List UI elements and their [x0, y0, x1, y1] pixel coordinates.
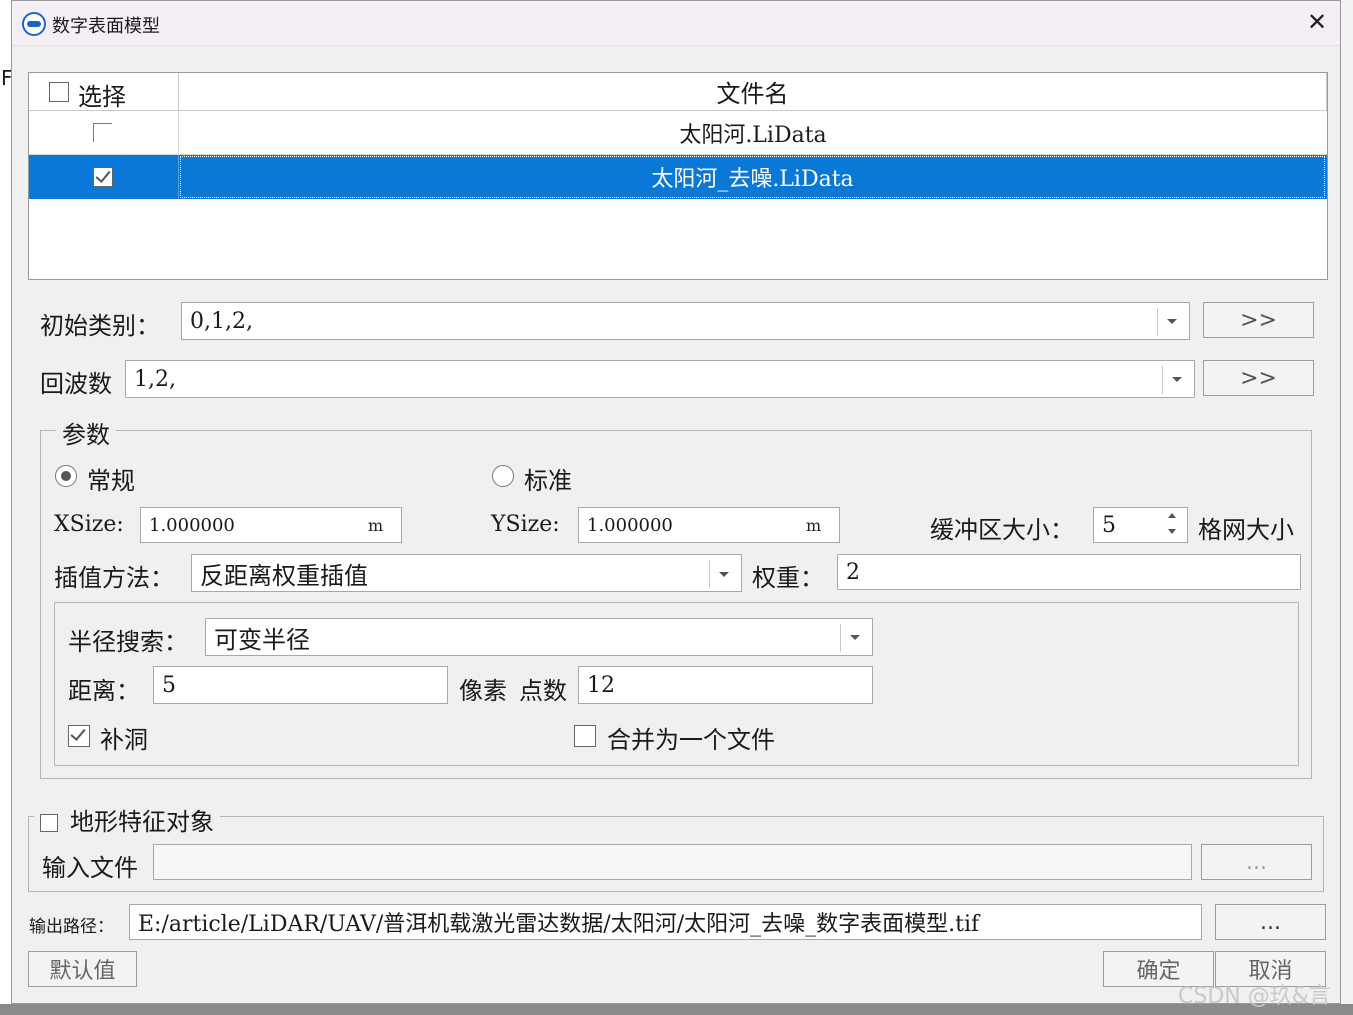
- returns-more-button[interactable]: >>: [1203, 360, 1314, 396]
- weight-input[interactable]: 2: [837, 554, 1301, 590]
- chevron-down-icon[interactable]: [1167, 319, 1177, 324]
- row-filename: 太阳河.LiData: [679, 122, 827, 148]
- combo-separator: [840, 624, 841, 652]
- weight-label: 权重：: [752, 564, 824, 592]
- returns-value: 1,2,: [134, 366, 176, 392]
- radius-search-label: 半径搜索：: [68, 628, 188, 656]
- buffer-size-label: 缓冲区大小：: [930, 516, 1074, 544]
- background-taskbar-strip: [0, 1004, 1353, 1015]
- table-header-select[interactable]: 选择: [29, 73, 179, 111]
- interp-method-value: 反距离权重插值: [200, 561, 368, 590]
- grid-size-label: 格网大小: [1198, 516, 1294, 544]
- radius-search-combo[interactable]: 可变半径: [205, 618, 873, 656]
- dsm-dialog: 数字表面模型 ✕ 选择 文件名 太阳河.LiData 太阳河_去噪.LiData…: [11, 0, 1341, 1004]
- lidar-logo-icon: [22, 12, 46, 36]
- xsize-unit: m: [368, 516, 384, 535]
- terrain-group-header: 地形特征对象: [34, 802, 220, 837]
- distance-label: 距离：: [68, 677, 140, 705]
- merge-files-label: 合并为一个文件: [607, 726, 775, 754]
- xsize-input[interactable]: 1.000000: [140, 507, 402, 543]
- header-filename-label: 文件名: [716, 80, 789, 108]
- ysize-unit: m: [806, 516, 822, 535]
- title-bar: 数字表面模型 ✕: [12, 1, 1340, 46]
- buffer-size-value: 5: [1102, 512, 1116, 538]
- mode-standard-label: 标准: [524, 467, 572, 495]
- combo-separator: [1157, 308, 1158, 336]
- points-value: 12: [587, 672, 615, 698]
- spin-up-icon[interactable]: [1168, 513, 1176, 518]
- weight-value: 2: [846, 559, 860, 585]
- pixel-unit-label: 像素: [459, 677, 507, 705]
- file-table: 选择 文件名 太阳河.LiData 太阳河_去噪.LiData: [28, 72, 1328, 280]
- xsize-value: 1.000000: [149, 514, 235, 536]
- xsize-label: XSize:: [54, 512, 124, 537]
- output-path-browse-button[interactable]: ...: [1215, 904, 1326, 940]
- merge-files-checkbox[interactable]: [574, 725, 596, 747]
- initial-class-label: 初始类别：: [40, 312, 160, 340]
- interp-method-label: 插值方法：: [54, 564, 174, 592]
- output-path-label: 输出路径：: [29, 917, 114, 937]
- points-input[interactable]: 12: [578, 666, 873, 704]
- ysize-value: 1.000000: [587, 514, 673, 536]
- default-values-button[interactable]: 默认值: [28, 951, 137, 987]
- params-group-title: 参数: [56, 415, 116, 450]
- initial-class-value: 0,1,2,: [190, 308, 253, 334]
- output-path-value: E:/article/LiDAR/UAV/普洱机载激光雷达数据/太阳河/太阳河_…: [138, 912, 980, 937]
- distance-value: 5: [162, 672, 176, 698]
- chevron-down-icon[interactable]: [1172, 377, 1182, 382]
- interp-method-combo[interactable]: 反距离权重插值: [191, 554, 742, 592]
- terrain-group-title: 地形特征对象: [70, 808, 214, 836]
- initial-class-combo[interactable]: 0,1,2,: [181, 302, 1190, 340]
- combo-separator: [1162, 366, 1163, 394]
- close-button[interactable]: ✕: [1302, 7, 1332, 37]
- table-row-selected[interactable]: 太阳河_去噪.LiData: [29, 155, 1327, 199]
- combo-separator: [709, 560, 710, 588]
- row-check-cell[interactable]: [29, 111, 179, 154]
- returns-label: 回波数: [40, 370, 112, 398]
- row-checkbox[interactable]: [93, 167, 113, 187]
- select-all-checkbox[interactable]: [49, 82, 69, 102]
- input-file-browse-button[interactable]: ...: [1201, 844, 1312, 880]
- row-check-cell[interactable]: [29, 155, 179, 199]
- mode-normal-label: 常规: [87, 467, 135, 495]
- returns-combo[interactable]: 1,2,: [125, 360, 1195, 398]
- table-header-filename[interactable]: 文件名: [179, 73, 1327, 111]
- output-path-input[interactable]: E:/article/LiDAR/UAV/普洱机载激光雷达数据/太阳河/太阳河_…: [129, 904, 1202, 940]
- chevron-down-icon[interactable]: [850, 635, 860, 640]
- mode-standard-radio[interactable]: [492, 465, 514, 487]
- mode-normal-radio[interactable]: [55, 465, 77, 487]
- initial-class-more-button[interactable]: >>: [1203, 302, 1314, 338]
- fill-holes-label: 补洞: [100, 726, 148, 754]
- row-filename: 太阳河_去噪.LiData: [180, 156, 1325, 198]
- window-title: 数字表面模型: [52, 16, 160, 37]
- input-file-field[interactable]: [153, 844, 1192, 880]
- row-checkbox[interactable]: [93, 123, 112, 142]
- table-row[interactable]: 太阳河.LiData: [29, 111, 1327, 155]
- csdn-watermark: CSDN @玖&言: [1178, 984, 1331, 1009]
- radius-search-value: 可变半径: [214, 625, 310, 654]
- header-select-label: 选择: [78, 83, 126, 111]
- terrain-enable-checkbox[interactable]: [40, 814, 58, 832]
- ysize-input[interactable]: 1.000000: [578, 507, 840, 543]
- chevron-down-icon[interactable]: [719, 572, 729, 577]
- spin-down-icon[interactable]: [1168, 529, 1176, 534]
- fill-holes-checkbox[interactable]: [68, 725, 90, 747]
- input-file-label: 输入文件: [42, 854, 138, 882]
- points-label: 点数: [519, 677, 567, 705]
- distance-input[interactable]: 5: [153, 666, 448, 704]
- ysize-label: YSize:: [491, 512, 560, 537]
